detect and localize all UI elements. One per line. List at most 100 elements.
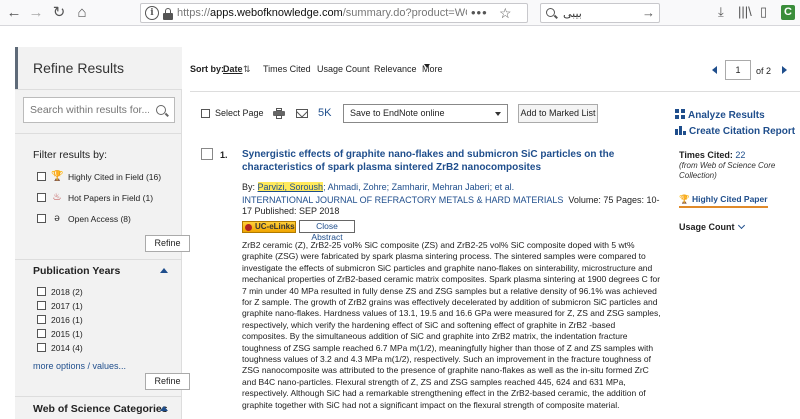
browser-toolbar: ← → ↻ ⌂ i https://apps.webofknowledge.co… bbox=[0, 0, 800, 26]
save-to-endnote-select[interactable]: Save to EndNote online bbox=[343, 104, 508, 123]
home-icon[interactable]: ⌂ bbox=[73, 4, 91, 22]
citation-report-link[interactable]: Create Citation Report bbox=[675, 125, 795, 137]
filter-highly-cited[interactable]: 🏆 Highly Cited in Field (16) bbox=[37, 171, 161, 185]
collapse-up-icon[interactable] bbox=[160, 268, 168, 273]
divider bbox=[15, 259, 182, 260]
checkbox[interactable] bbox=[37, 329, 46, 339]
author-list[interactable]: ; Ahmadi, Zohre; Zamharir, Mehran Jaberi… bbox=[323, 182, 514, 192]
analyze-grid-icon bbox=[675, 109, 685, 119]
times-cited-link[interactable]: 22 bbox=[735, 150, 745, 160]
caret-down-icon bbox=[424, 64, 430, 68]
page-total: of 2 bbox=[756, 66, 772, 76]
page-number-input[interactable]: 1 bbox=[725, 60, 751, 80]
sort-toolbar: Sort by: Date ⇅ Times Cited Usage Count … bbox=[190, 64, 443, 75]
sort-date[interactable]: Date bbox=[223, 64, 243, 74]
printer-icon[interactable] bbox=[273, 108, 285, 119]
divider bbox=[190, 91, 800, 92]
trophy-icon: 🏆 bbox=[679, 194, 690, 204]
select-page[interactable]: Select Page bbox=[201, 108, 264, 119]
sort-relevance[interactable]: Relevance bbox=[374, 64, 417, 74]
bookmark-star-icon[interactable]: ☆ bbox=[499, 5, 512, 22]
sort-usage-count[interactable]: Usage Count bbox=[317, 64, 370, 74]
lock-icon bbox=[163, 8, 173, 20]
refine-results-header: Refine Results bbox=[15, 47, 182, 89]
record-source: INTERNATIONAL JOURNAL OF REFRACTORY META… bbox=[242, 195, 662, 217]
journal-link[interactable]: INTERNATIONAL JOURNAL OF REFRACTORY META… bbox=[242, 195, 563, 205]
open-access-icon: ə bbox=[54, 213, 60, 225]
dropdown-arrow-icon bbox=[495, 112, 501, 116]
search-icon bbox=[546, 8, 555, 17]
previous-page-icon[interactable] bbox=[712, 66, 717, 74]
analyze-results-link[interactable]: Analyze Results bbox=[675, 109, 765, 121]
checkbox[interactable] bbox=[37, 214, 46, 224]
trophy-icon: 🏆 bbox=[51, 171, 64, 183]
filter-results-title: Filter results by: bbox=[33, 149, 108, 161]
refine-sidebar: Refine Results Filter results by: 🏆Highl… bbox=[15, 47, 190, 419]
back-arrow-icon[interactable]: ← bbox=[5, 4, 23, 22]
checkbox[interactable] bbox=[37, 287, 46, 297]
next-page-icon[interactable] bbox=[782, 66, 787, 74]
author-link[interactable]: Parvizi, Soroush bbox=[257, 182, 324, 192]
sort-order-icon[interactable]: ⇅ bbox=[243, 64, 251, 75]
year-filter[interactable]: 2018 (2) bbox=[37, 286, 83, 300]
browser-search-bar[interactable]: بیبی → bbox=[540, 3, 660, 23]
checkbox[interactable] bbox=[201, 109, 210, 119]
times-cited: Times Cited: 22 bbox=[679, 150, 746, 160]
library-icon[interactable]: |||\ bbox=[738, 4, 752, 19]
record-title-link[interactable]: Synergistic effects of graphite nano-fla… bbox=[242, 148, 642, 174]
record-authors: By: Parvizi, Soroush; Ahmadi, Zohre; Zam… bbox=[242, 182, 515, 192]
extension-c-icon[interactable]: C bbox=[781, 5, 795, 20]
usage-count-toggle[interactable]: Usage Count bbox=[679, 221, 745, 232]
url-text[interactable]: https://apps.webofknowledge.com/summary.… bbox=[177, 7, 467, 19]
reload-icon[interactable]: ↻ bbox=[50, 4, 68, 22]
wos-categories-title: Web of Science Categories bbox=[33, 403, 168, 415]
checkbox[interactable] bbox=[37, 193, 46, 203]
bar-chart-icon bbox=[675, 125, 686, 135]
forward-arrow-icon[interactable]: → bbox=[27, 4, 45, 22]
divider bbox=[15, 133, 182, 134]
record-checkbox[interactable] bbox=[201, 148, 213, 160]
publication-years-title: Publication Years bbox=[33, 265, 121, 277]
checkbox[interactable] bbox=[37, 301, 46, 311]
browser-search-value[interactable]: بیبی bbox=[563, 7, 582, 20]
page-actions-icon[interactable]: ••• bbox=[471, 5, 488, 20]
info-icon[interactable]: i bbox=[145, 6, 159, 20]
filter-open-access[interactable]: ə Open Access (8) bbox=[37, 213, 131, 227]
uc-elinks-button[interactable]: UC-eLinks bbox=[242, 221, 296, 233]
filter-hot-papers[interactable]: ♨ Hot Papers in Field (1) bbox=[37, 192, 153, 206]
year-filter[interactable]: 2015 (1) bbox=[37, 328, 83, 342]
export-5k-button[interactable]: 5K bbox=[318, 107, 331, 119]
search-go-arrow-icon[interactable]: → bbox=[642, 5, 655, 20]
flame-icon: ♨ bbox=[52, 192, 62, 204]
checkbox[interactable] bbox=[37, 315, 46, 325]
uc-elinks-icon bbox=[245, 224, 252, 231]
chevron-down-icon bbox=[737, 221, 745, 230]
collapse-up-icon[interactable] bbox=[160, 406, 168, 411]
checkbox[interactable] bbox=[37, 343, 46, 353]
search-within-input[interactable] bbox=[24, 98, 149, 122]
record-abstract: ZrB2 ceramic (Z), ZrB2-25 vol% SiC compo… bbox=[242, 240, 661, 410]
record-number: 1. bbox=[220, 150, 228, 160]
refine-results-title: Refine Results bbox=[33, 60, 125, 76]
add-to-marked-list-button[interactable]: Add to Marked List bbox=[518, 104, 598, 123]
sort-by-label: Sort by: bbox=[190, 64, 225, 74]
download-icon[interactable]: ⤓ bbox=[718, 4, 724, 20]
search-within-results[interactable] bbox=[23, 97, 175, 123]
divider bbox=[15, 396, 182, 397]
divider bbox=[15, 89, 182, 90]
sidebar-toggle-icon[interactable]: ▯ bbox=[760, 4, 767, 20]
wos-core-note: (from Web of Science Core Collection) bbox=[679, 161, 776, 180]
year-filter[interactable]: 2014 (4) bbox=[37, 342, 83, 356]
close-abstract-button[interactable]: Close Abstract bbox=[299, 220, 355, 242]
address-bar[interactable]: i https://apps.webofknowledge.com/summar… bbox=[140, 3, 528, 23]
refine-button[interactable]: Refine bbox=[145, 235, 190, 252]
email-icon[interactable] bbox=[296, 109, 308, 118]
year-filter[interactable]: 2017 (1) bbox=[37, 300, 83, 314]
checkbox[interactable] bbox=[37, 172, 46, 182]
more-options-link[interactable]: more options / values... bbox=[33, 361, 126, 371]
year-filter[interactable]: 2016 (1) bbox=[37, 314, 83, 328]
search-icon[interactable] bbox=[156, 105, 166, 115]
highly-cited-paper-badge[interactable]: 🏆 Highly Cited Paper bbox=[679, 194, 768, 208]
sort-times-cited[interactable]: Times Cited bbox=[263, 64, 311, 74]
refine-button[interactable]: Refine bbox=[145, 373, 190, 390]
